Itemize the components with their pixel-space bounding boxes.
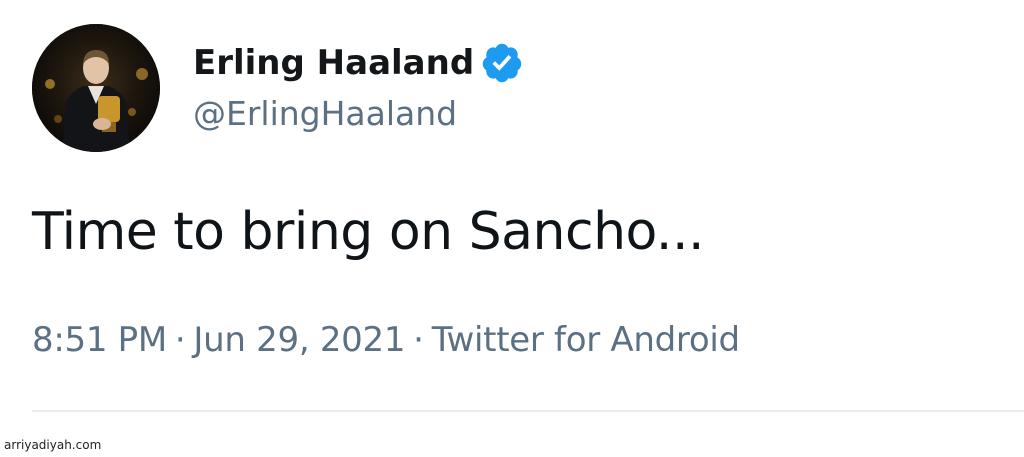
tweet-time[interactable]: 8:51 PM <box>32 320 167 360</box>
tweet-source[interactable]: Twitter for Android <box>432 320 740 360</box>
author-block: Erling Haaland @ErlingHaaland <box>193 38 524 133</box>
verified-badge-icon <box>480 41 524 85</box>
tweet-date[interactable]: Jun 29, 2021 <box>193 320 405 360</box>
name-row: Erling Haaland <box>193 38 524 88</box>
separator-dot: · <box>413 320 424 360</box>
tweet-text: Time to bring on Sancho... <box>32 202 705 262</box>
display-name[interactable]: Erling Haaland <box>193 43 474 83</box>
tweet-metadata: 8:51 PM · Jun 29, 2021 · Twitter for Android <box>32 320 740 360</box>
avatar[interactable] <box>32 24 160 152</box>
avatar-photo <box>32 24 160 152</box>
watermark: arriyadiyah.com <box>4 438 102 452</box>
separator-dot: · <box>174 320 186 360</box>
user-handle[interactable]: @ErlingHaaland <box>193 94 524 133</box>
tweet-card: Erling Haaland @ErlingHaaland Time to br… <box>0 0 1024 457</box>
divider <box>32 410 1024 412</box>
